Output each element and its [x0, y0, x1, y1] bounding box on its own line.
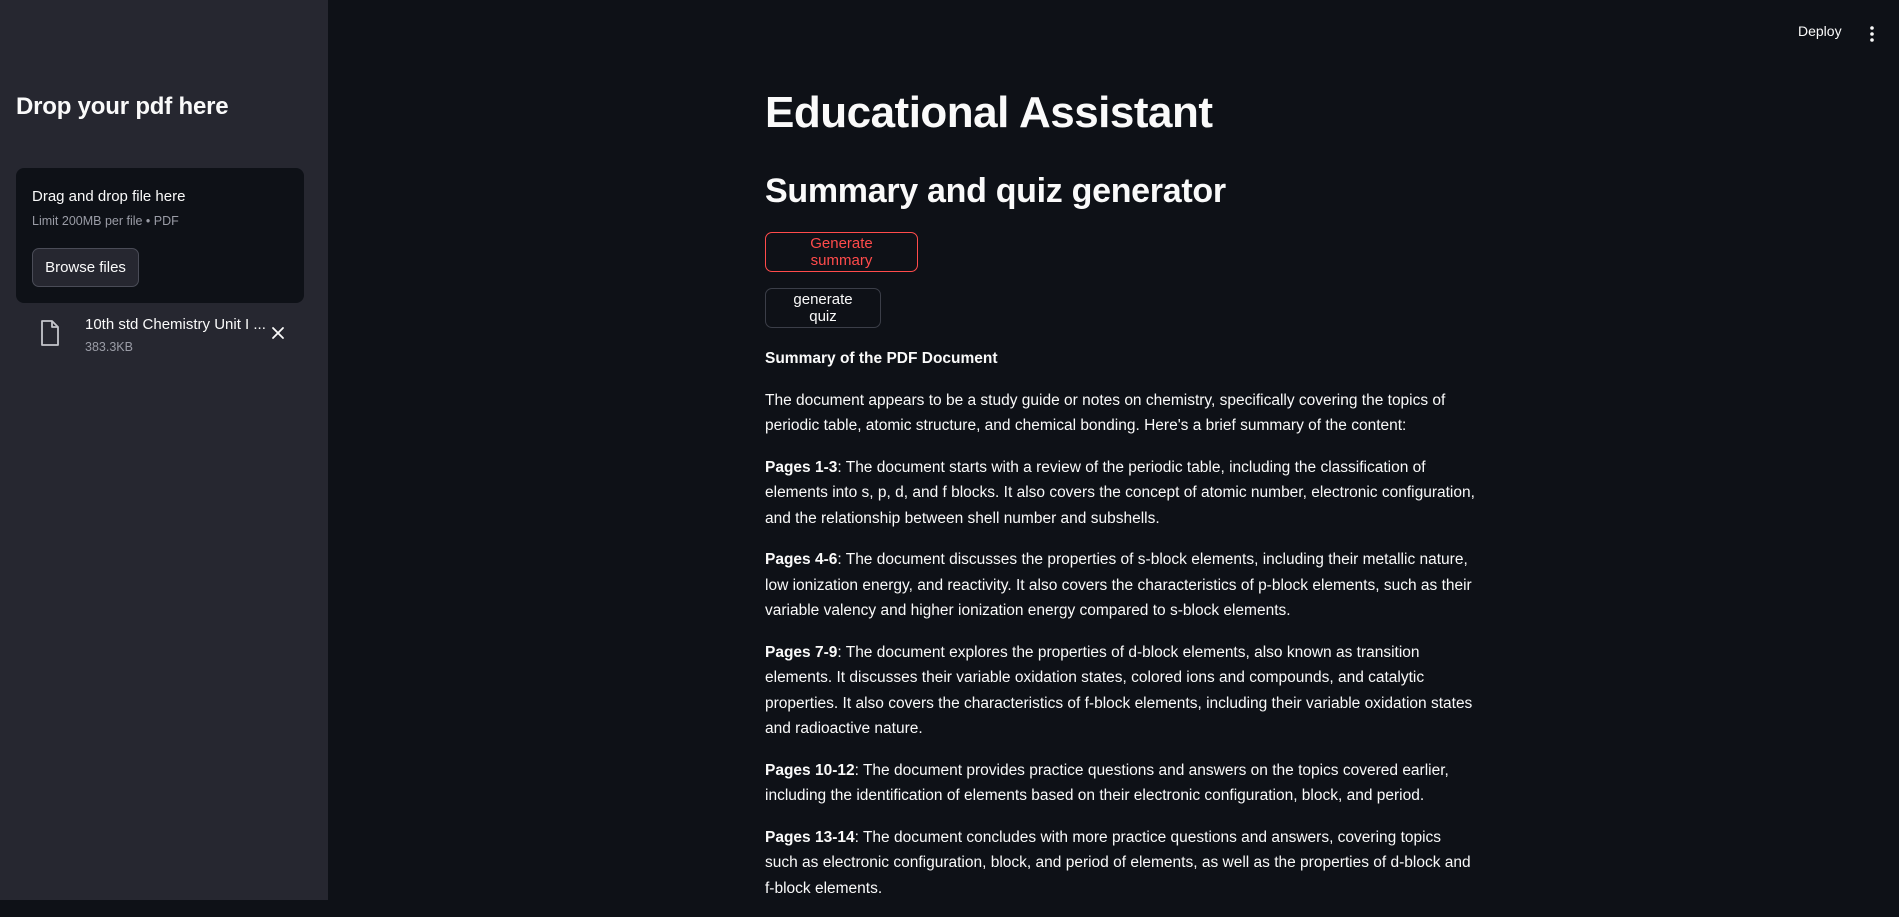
- file-name: 10th std Chemistry Unit I ...: [85, 316, 266, 333]
- summary-intro: The document appears to be a study guide…: [765, 391, 1446, 435]
- sidebar: Drop your pdf here Drag and drop file he…: [0, 0, 328, 900]
- section-label: Pages 4-6: [765, 551, 838, 568]
- browse-files-button[interactable]: Browse files: [32, 248, 139, 287]
- page-title: Educational Assistant: [765, 88, 1213, 137]
- sidebar-title: Drop your pdf here: [16, 93, 229, 120]
- generate-summary-button[interactable]: Generate summary: [765, 232, 918, 272]
- page-subtitle: Summary and quiz generator: [765, 172, 1226, 210]
- summary-section: Pages 10-12: The document provides pract…: [765, 758, 1477, 809]
- generate-quiz-button[interactable]: generate quiz: [765, 288, 881, 328]
- kebab-menu-icon[interactable]: [1864, 24, 1880, 44]
- section-text: : The document provides practice questio…: [765, 761, 1449, 805]
- file-size: 383.3KB: [85, 340, 133, 354]
- deploy-button[interactable]: Deploy: [1798, 23, 1842, 39]
- summary-section: Pages 1-3: The document starts with a re…: [765, 455, 1477, 532]
- section-text: : The document starts with a review of t…: [765, 458, 1475, 527]
- file-icon: [41, 320, 59, 346]
- summary-section: Pages 4-6: The document discusses the pr…: [765, 547, 1477, 624]
- summary-heading: Summary of the PDF Document: [765, 350, 998, 367]
- dropzone-title: Drag and drop file here: [32, 188, 186, 205]
- dropzone-limit: Limit 200MB per file • PDF: [32, 214, 179, 228]
- section-text: : The document discusses the properties …: [765, 551, 1472, 619]
- summary-section: Pages 7-9: The document explores the pro…: [765, 640, 1477, 742]
- section-label: Pages 10-12: [765, 761, 855, 779]
- summary-output: Summary of the PDF Document The document…: [765, 346, 1477, 917]
- section-text: : The document explores the properties o…: [765, 643, 1473, 738]
- section-label: Pages 13-14: [765, 828, 855, 846]
- close-icon[interactable]: [268, 323, 288, 343]
- file-dropzone[interactable]: Drag and drop file here Limit 200MB per …: [16, 168, 304, 303]
- summary-section: Pages 13-14: The document concludes with…: [765, 825, 1477, 902]
- section-label: Pages 1-3: [765, 458, 838, 476]
- section-label: Pages 7-9: [765, 643, 838, 661]
- section-text: : The document concludes with more pract…: [765, 828, 1471, 897]
- uploaded-file: 10th std Chemistry Unit I ... 383.3KB: [36, 314, 296, 358]
